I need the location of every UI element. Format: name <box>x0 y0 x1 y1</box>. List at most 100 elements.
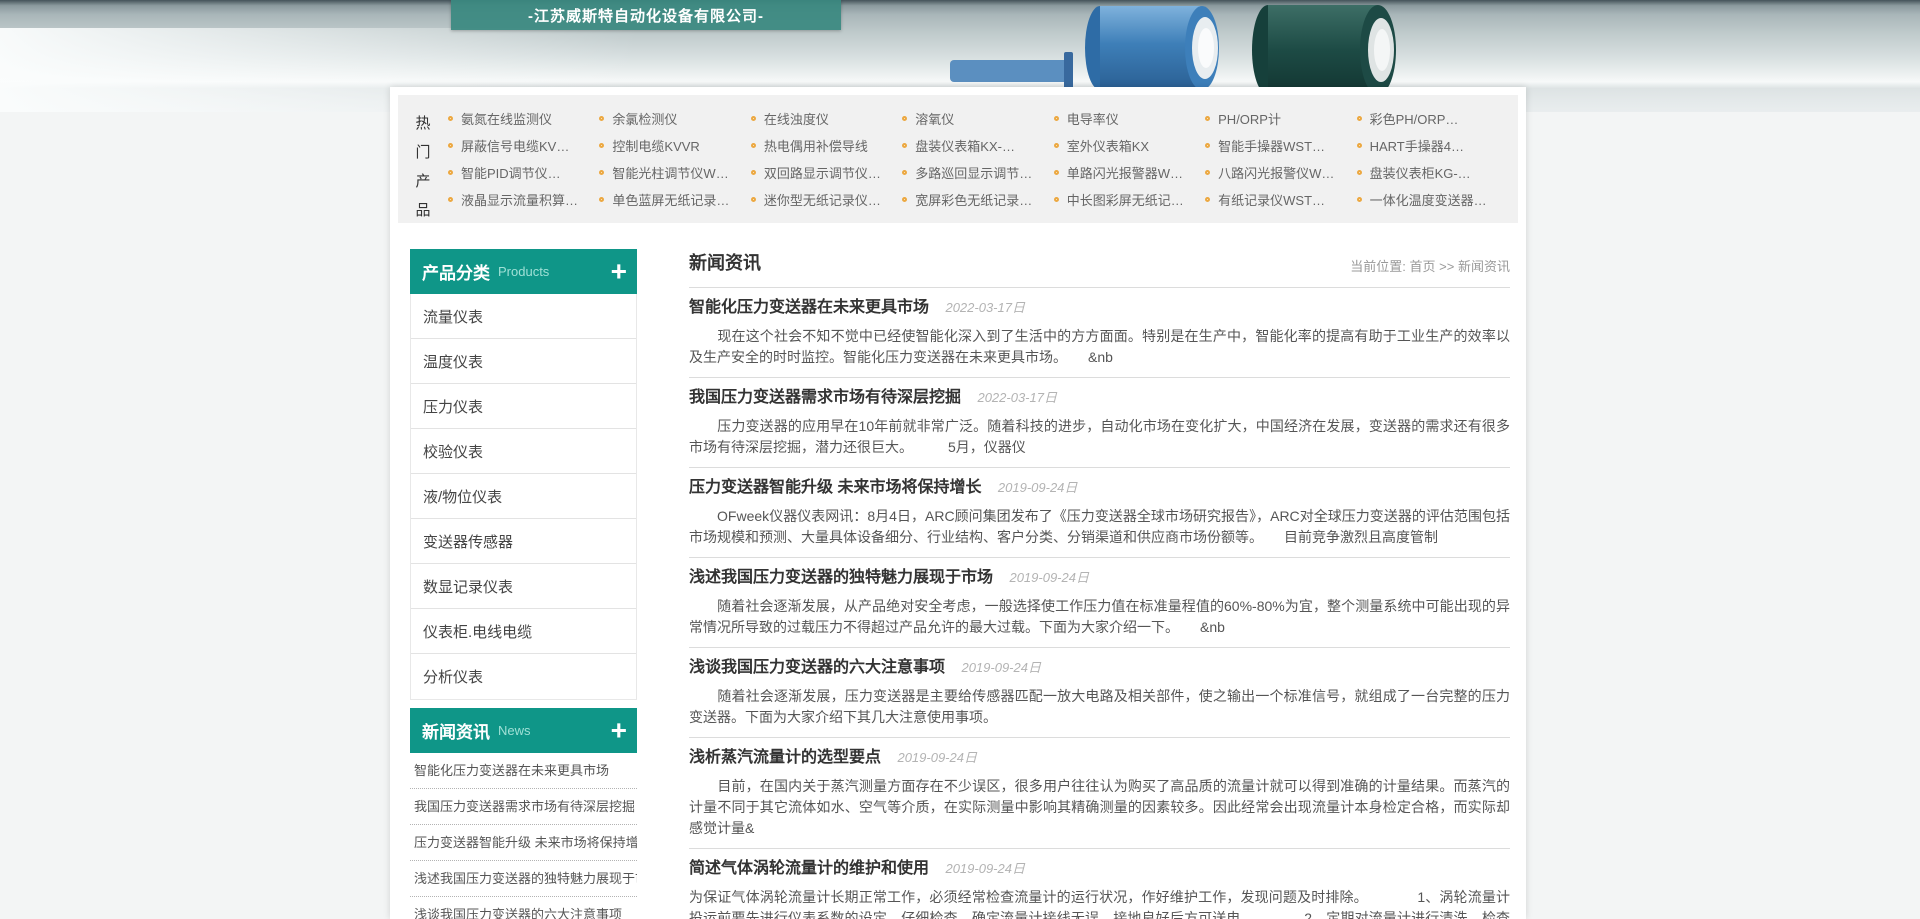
article-title-link[interactable]: 浅谈我国压力变送器的六大注意事项 <box>689 658 945 678</box>
hot-product-link[interactable]: 迷你型无纸记录仪… <box>751 190 902 209</box>
category-item[interactable]: 液/物位仪表 <box>411 474 636 519</box>
category-item[interactable]: 分析仪表 <box>411 654 636 699</box>
hot-product-label: 中长图彩屏无纸记… <box>1067 190 1184 209</box>
hot-product-link[interactable]: 热电偶用补偿导线 <box>751 136 902 155</box>
category-item[interactable]: 数显记录仪表 <box>411 564 636 609</box>
article-title-link[interactable]: 智能化压力变送器在未来更具市场 <box>689 298 929 318</box>
sidebar-news-item[interactable]: 浅谈我国压力变送器的六大注意事项 <box>410 897 637 919</box>
hot-product-link[interactable]: 一体化温度变送器… <box>1357 190 1508 209</box>
sidebar-news-label: 浅谈我国压力变送器的六大注意事项 <box>414 907 622 919</box>
category-item[interactable]: 压力仪表 <box>411 384 636 429</box>
hot-product-label: 多路巡回显示调节… <box>915 163 1032 182</box>
category-item[interactable]: 流量仪表 <box>411 294 636 339</box>
sidebar-news-item[interactable]: 浅述我国压力变送器的独特魅力展现于市 <box>410 861 637 897</box>
hot-product-link[interactable]: 电导率仪 <box>1054 109 1205 128</box>
category-label: 校验仪表 <box>423 441 483 462</box>
category-item[interactable]: 校验仪表 <box>411 429 636 474</box>
article-title-link[interactable]: 我国压力变送器需求市场有待深层挖掘 <box>689 388 961 408</box>
category-item[interactable]: 仪表柜.电线电缆 <box>411 609 636 654</box>
hot-product-link[interactable]: 智能PID调节仪… <box>448 163 599 182</box>
sidebar-news-label: 浅述我国压力变送器的独特魅力展现于市 <box>414 871 637 886</box>
sidebar-news-item[interactable]: 我国压力变送器需求市场有待深层挖掘 <box>410 789 637 825</box>
hot-product-link[interactable]: 双回路显示调节仪… <box>751 163 902 182</box>
breadcrumb-home-link[interactable]: 首页 <box>1410 259 1436 274</box>
bullet-icon <box>1054 197 1059 202</box>
bullet-icon <box>751 197 756 202</box>
news-article: 简述气体涡轮流量计的维护和使用 2019-09-24日 为保证气体涡轮流量计长期… <box>689 849 1510 919</box>
hot-product-label: 智能光柱调节仪W… <box>612 163 728 182</box>
article-summary: 现在这个社会不知不觉中已经使智能化深入到了生活中的方方面面。特别是在生产中，智能… <box>689 326 1510 368</box>
hot-product-link[interactable]: 单路闪光报警器W… <box>1054 163 1205 182</box>
hot-product-link[interactable]: HART手操器4… <box>1357 136 1508 155</box>
breadcrumb: 当前位置: 首页 >> 新闻资讯 <box>1350 256 1510 275</box>
hot-product-link[interactable]: 多路巡回显示调节… <box>902 163 1053 182</box>
news-article: 压力变送器智能升级 未来市场将保持增长 2019-09-24日 OFweek仪器… <box>689 468 1510 558</box>
hot-product-link[interactable]: 溶氧仪 <box>902 109 1053 128</box>
hot-product-link[interactable]: 盘装仪表箱KX-… <box>902 136 1053 155</box>
category-list: 流量仪表 温度仪表 压力仪表 校验仪表 液/物位仪表 <box>410 294 637 700</box>
hot-product-link[interactable]: 氨氮在线监测仪 <box>448 109 599 128</box>
hot-product-link[interactable]: 盘装仪表柜KG-… <box>1357 163 1508 182</box>
hot-product-link[interactable]: 液晶显示流量积算… <box>448 190 599 209</box>
page-title: 新闻资讯 <box>689 249 761 275</box>
hot-product-link[interactable]: 智能光柱调节仪W… <box>599 163 750 182</box>
article-date: 2019-09-24日 <box>945 861 1025 876</box>
plus-icon[interactable]: + <box>611 716 627 744</box>
hot-product-label: 单色蓝屏无纸记录… <box>612 190 729 209</box>
bullet-icon <box>599 170 604 175</box>
bullet-icon <box>599 197 604 202</box>
article-title-link[interactable]: 简述气体涡轮流量计的维护和使用 <box>689 859 929 879</box>
hot-product-link[interactable]: 室外仪表箱KX <box>1054 136 1205 155</box>
article-summary: OFweek仪器仪表网讯：8月4日，ARC顾问集团发布了《压力变送器全球市场研究… <box>689 506 1510 548</box>
bullet-icon <box>902 197 907 202</box>
hot-product-label: 溶氧仪 <box>915 109 954 128</box>
article-date: 2019-09-24日 <box>998 480 1078 495</box>
hot-product-label: 八路闪光报警仪W… <box>1218 163 1334 182</box>
category-item[interactable]: 温度仪表 <box>411 339 636 384</box>
hot-product-link[interactable]: 宽屏彩色无纸记录… <box>902 190 1053 209</box>
hot-products-vertical-label: 热门产品 <box>414 109 432 213</box>
article-summary: 压力变送器的应用早在10年前就非常广泛。随着科技的进步，自动化市场在变化扩大，中… <box>689 416 1510 458</box>
hot-products-grid: 氨氮在线监测仪 余氯检测仪 在线浊度仪 溶氧仪 <box>448 105 1508 213</box>
bullet-icon <box>448 116 453 121</box>
breadcrumb-current[interactable]: 新闻资讯 <box>1458 259 1510 274</box>
category-label: 温度仪表 <box>423 351 483 372</box>
hot-product-link[interactable]: 控制电缆KVVR <box>599 136 750 155</box>
bullet-icon <box>448 197 453 202</box>
sidebar-news-item[interactable]: 智能化压力变送器在未来更具市场 <box>410 753 637 789</box>
hot-product-link[interactable]: 智能手操器WST… <box>1205 136 1356 155</box>
hot-product-link[interactable]: 屏蔽信号电缆KV… <box>448 136 599 155</box>
sidebar-news-subtitle: News <box>498 723 531 738</box>
article-title-link[interactable]: 浅述我国压力变送器的独特魅力展现于市场 <box>689 568 993 588</box>
bullet-icon <box>1054 143 1059 148</box>
hot-product-link[interactable]: 八路闪光报警仪W… <box>1205 163 1356 182</box>
category-label: 液/物位仪表 <box>423 486 502 507</box>
hot-product-link[interactable]: 中长图彩屏无纸记… <box>1054 190 1205 209</box>
hot-product-link[interactable]: 有纸记录仪WST… <box>1205 190 1356 209</box>
article-title-link[interactable]: 压力变送器智能升级 未来市场将保持增长 <box>689 478 981 498</box>
hot-product-link[interactable]: 在线浊度仪 <box>751 109 902 128</box>
sidebar-news-item[interactable]: 压力变送器智能升级 未来市场将保持增长 <box>410 825 637 861</box>
article-summary: 随着社会逐渐发展，从产品绝对安全考虑，一般选择使工作压力值在标准量程值的60%-… <box>689 596 1510 638</box>
hot-product-link[interactable]: 余氯检测仪 <box>599 109 750 128</box>
bullet-icon <box>1205 143 1210 148</box>
hot-product-label: 迷你型无纸记录仪… <box>764 190 881 209</box>
news-article: 浅述我国压力变送器的独特魅力展现于市场 2019-09-24日 随着社会逐渐发展… <box>689 558 1510 648</box>
plus-icon[interactable]: + <box>611 257 627 285</box>
hot-product-label: 彩色PH/ORP… <box>1370 109 1459 128</box>
category-label: 分析仪表 <box>423 666 483 687</box>
breadcrumb-separator: >> <box>1439 259 1454 274</box>
bullet-icon <box>1357 197 1362 202</box>
hot-product-label: 单路闪光报警器W… <box>1067 163 1183 182</box>
hot-product-label: 在线浊度仪 <box>764 109 829 128</box>
bullet-icon <box>902 170 907 175</box>
news-section-header: 新闻资讯 当前位置: 首页 >> 新闻资讯 <box>689 249 1510 288</box>
hot-product-link[interactable]: PH/ORP计 <box>1205 109 1356 128</box>
bullet-icon <box>751 143 756 148</box>
hot-product-link[interactable]: 彩色PH/ORP… <box>1357 109 1508 128</box>
hot-product-link[interactable]: 单色蓝屏无纸记录… <box>599 190 750 209</box>
sidebar-news-label: 我国压力变送器需求市场有待深层挖掘 <box>414 799 635 814</box>
product-categories-header: 产品分类 Products + <box>410 249 637 294</box>
article-title-link[interactable]: 浅析蒸汽流量计的选型要点 <box>689 748 881 768</box>
category-item[interactable]: 变送器传感器 <box>411 519 636 564</box>
